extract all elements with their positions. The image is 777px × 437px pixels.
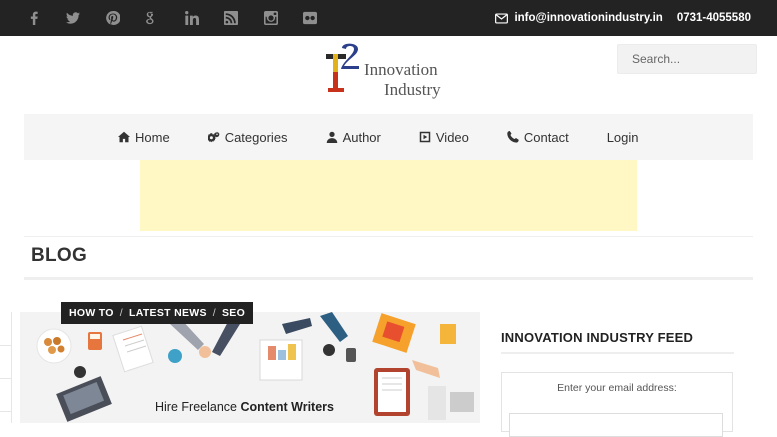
phone-icon [507,131,519,143]
instagram-icon[interactable] [251,0,291,36]
list-divider [0,345,12,346]
nav-contact-label: Contact [523,129,569,145]
envelope-icon [495,12,509,24]
feed-subscribe-box: Enter your email address: [501,372,733,437]
category-seo[interactable]: SEO [222,307,245,319]
nav-home[interactable]: Home [118,130,170,145]
user-icon [326,131,337,143]
home-icon [118,131,130,143]
top-email-link[interactable]: info@innovationindustry.in [495,12,663,24]
top-contact: info@innovationindustry.in 0731-4055580 [495,0,751,36]
ad-banner[interactable] [140,160,637,231]
feed-email-input[interactable] [509,413,723,437]
page-title: BLOG [31,245,88,266]
play-icon [419,131,431,143]
post-image-caption: Hire Freelance Content Writers [155,400,334,414]
pinterest-icon[interactable] [93,0,133,36]
logo-line-2: Industry [384,80,441,99]
nav-categories[interactable]: Categories [207,129,288,145]
top-bar: info@innovationindustry.in 0731-4055580 [0,0,777,36]
list-divider [0,378,12,379]
nav-author[interactable]: Author [326,130,381,145]
nav-video[interactable]: Video [419,130,469,145]
nav-login-label: Login [606,129,639,145]
feed-email-label: Enter your email address: [557,382,677,394]
nav-video-label: Video [435,129,469,145]
caption-bold-text: Content Writers [240,400,334,414]
feed-widget-title: INNOVATION INDUSTRY FEED [501,330,694,345]
nav-login[interactable]: Login [607,130,639,145]
category-how-to[interactable]: HOW TO [69,307,114,319]
category-separator: / [212,307,216,319]
site-logo[interactable]: Innovation Industry [324,42,464,104]
main-nav: Home Categories Author Video Contact Log… [24,114,753,160]
nav-categories-label: Categories [224,129,288,145]
page-heading-bar: BLOG [24,236,753,280]
t2-logo-mark [326,43,359,92]
rss-icon[interactable] [212,0,252,36]
nav-author-label: Author [342,129,381,145]
nav-contact[interactable]: Contact [507,130,569,145]
logo-line-1: Innovation [364,60,438,79]
category-latest-news[interactable]: LATEST NEWS [129,307,207,319]
flickr-icon[interactable] [291,0,331,36]
twitter-icon[interactable] [54,0,94,36]
post-featured-image[interactable]: Hire Freelance Content Writers [20,312,480,423]
left-side-list [0,312,12,423]
top-email: info@innovationindustry.in [514,12,663,24]
category-separator: / [119,307,123,319]
feed-title-divider [501,352,734,354]
google-plus-icon[interactable] [133,0,173,36]
nav-home-label: Home [135,129,170,145]
top-phone[interactable]: 0731-4055580 [677,12,751,24]
caption-text: Hire Freelance [155,400,241,414]
linkedin-icon[interactable] [172,0,212,36]
post-categories: HOW TO / LATEST NEWS / SEO [61,302,254,324]
gears-icon [207,131,220,143]
facebook-icon[interactable] [14,0,54,36]
list-divider [0,411,12,412]
search-input[interactable] [617,44,757,74]
logo-text: Innovation Industry [364,60,441,100]
social-links [14,0,330,36]
